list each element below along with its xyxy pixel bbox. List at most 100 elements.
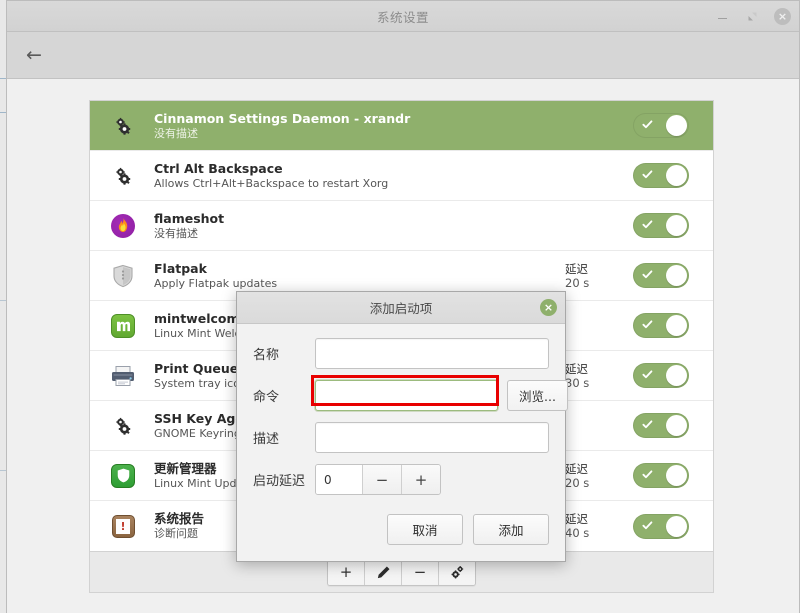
- list-item-texts: flameshot 没有描述: [144, 211, 565, 241]
- enable-toggle[interactable]: [633, 213, 689, 238]
- dialog-body: 名称 命令 浏览... 描述 启动延迟 0 − + 取消 添加: [237, 324, 568, 561]
- navigation-bar: ←: [7, 32, 799, 79]
- list-item-icon: [102, 406, 144, 446]
- toolbar-button-group: + −: [327, 558, 476, 586]
- list-item-icon: [102, 156, 144, 196]
- toggle-knob: [666, 515, 687, 537]
- startup-delay-decrement[interactable]: −: [362, 465, 401, 494]
- list-item-delay: 延迟 40 s: [565, 512, 623, 540]
- command-field-row: 命令 浏览...: [253, 375, 568, 411]
- delay-value: 30 s: [565, 375, 590, 390]
- list-item-icon: [102, 106, 144, 146]
- remove-button[interactable]: −: [402, 559, 439, 585]
- enable-toggle[interactable]: [633, 413, 689, 438]
- window-controls: ×: [714, 1, 791, 31]
- list-item-name: Ctrl Alt Backspace: [154, 160, 283, 176]
- window-title: 系统设置: [376, 9, 429, 25]
- check-icon: [642, 269, 653, 280]
- system-settings-window: 系统设置 × ← Cinnamon Settings Daemon - xran…: [6, 0, 800, 613]
- list-item-icon: [102, 206, 144, 246]
- window-titlebar: 系统设置 ×: [7, 1, 799, 32]
- name-input[interactable]: [315, 338, 549, 369]
- check-icon: [642, 219, 653, 230]
- edit-button[interactable]: [365, 559, 402, 585]
- startup-delay-stepper: 0 − +: [315, 464, 441, 495]
- enable-toggle[interactable]: [633, 163, 689, 188]
- screen-root: 系统设置 × ← Cinnamon Settings Daemon - xran…: [0, 0, 800, 613]
- startup-delay-value[interactable]: 0: [316, 465, 362, 494]
- cancel-button[interactable]: 取消: [387, 514, 463, 545]
- check-icon: [642, 119, 653, 130]
- startup-delay-label: 启动延迟: [253, 474, 306, 489]
- shield-gray-icon: [112, 264, 134, 288]
- toggle-knob: [666, 365, 687, 386]
- dialog-titlebar: 添加启动项 ×: [237, 292, 565, 324]
- list-item-texts: Ctrl Alt Backspace Allows Ctrl+Alt+Backsp…: [144, 161, 565, 191]
- list-item-icon: [102, 256, 144, 296]
- back-button[interactable]: ←: [19, 40, 49, 70]
- gears-icon: [112, 115, 134, 137]
- list-item[interactable]: Ctrl Alt Backspace Allows Ctrl+Alt+Backsp…: [90, 151, 713, 201]
- maximize-icon[interactable]: [744, 8, 760, 24]
- list-item-icon: !: [102, 506, 144, 546]
- command-label: 命令: [253, 390, 280, 405]
- add-startup-item-dialog: 添加启动项 × 名称 命令 浏览... 描述 启动延迟 0 − + 取消 添加: [236, 291, 568, 562]
- list-item-description: Apply Flatpak updates: [154, 276, 278, 290]
- enable-toggle[interactable]: [633, 313, 689, 338]
- list-item[interactable]: flameshot 没有描述: [90, 201, 713, 251]
- minimize-icon[interactable]: [714, 8, 730, 24]
- check-icon: [642, 419, 653, 430]
- toggle-knob: [666, 465, 687, 486]
- name-label: 名称: [253, 348, 280, 363]
- add-button[interactable]: +: [328, 559, 365, 585]
- delay-label: 延迟: [565, 512, 588, 526]
- toggle-knob: [666, 415, 687, 436]
- description-label: 描述: [253, 432, 280, 447]
- list-item[interactable]: Cinnamon Settings Daemon - xrandr 没有描述: [90, 101, 713, 151]
- command-input[interactable]: [315, 380, 498, 411]
- startup-delay-row: 启动延迟 0 − +: [253, 464, 549, 495]
- list-item-icon: [102, 306, 144, 346]
- list-item-name: flameshot: [154, 210, 225, 226]
- list-item-delay: 延迟 20 s: [565, 462, 623, 490]
- browse-button[interactable]: 浏览...: [507, 380, 568, 411]
- check-icon: [642, 520, 653, 531]
- enable-toggle[interactable]: [633, 463, 689, 488]
- dialog-title: 添加启动项: [369, 301, 433, 316]
- enable-toggle[interactable]: [633, 513, 689, 539]
- toggle-knob: [666, 315, 687, 336]
- settings-gear-button[interactable]: [439, 559, 475, 585]
- list-item-icon: [102, 356, 144, 396]
- description-input[interactable]: [315, 422, 549, 453]
- check-icon: [642, 169, 653, 180]
- gears-icon: [112, 165, 134, 187]
- list-item-icon: [102, 456, 144, 496]
- close-icon[interactable]: ×: [774, 7, 791, 25]
- description-field-row: 描述: [253, 422, 549, 453]
- startup-delay-increment[interactable]: +: [401, 465, 440, 494]
- list-item-texts: Cinnamon Settings Daemon - xrandr 没有描述: [144, 111, 565, 141]
- delay-value: 20 s: [565, 275, 590, 290]
- list-item-description: 没有描述: [154, 226, 198, 240]
- delay-label: 延迟: [565, 461, 588, 476]
- check-icon: [642, 469, 653, 480]
- toggle-knob: [666, 265, 687, 286]
- command-input-wrapper: [311, 375, 499, 411]
- enable-toggle[interactable]: [633, 113, 689, 138]
- delay-value: 40 s: [565, 526, 590, 540]
- dialog-close-icon[interactable]: ×: [540, 299, 557, 316]
- toggle-knob: [666, 115, 687, 136]
- check-icon: [642, 369, 653, 380]
- add-confirm-button[interactable]: 添加: [473, 514, 549, 545]
- enable-toggle[interactable]: [633, 363, 689, 388]
- delay-label: 延迟: [565, 361, 588, 376]
- content-area: Cinnamon Settings Daemon - xrandr 没有描述 Ctr…: [7, 79, 799, 613]
- list-item-description: 没有描述: [154, 126, 198, 140]
- dialog-actions: 取消 添加: [253, 506, 549, 549]
- delay-value: 20 s: [565, 475, 590, 490]
- toggle-knob: [666, 165, 687, 186]
- list-item-texts: Flatpak Apply Flatpak updates: [144, 261, 565, 291]
- enable-toggle[interactable]: [633, 263, 689, 288]
- list-item-delay: 延迟 30 s: [565, 362, 623, 390]
- flameshot-icon: [111, 213, 135, 238]
